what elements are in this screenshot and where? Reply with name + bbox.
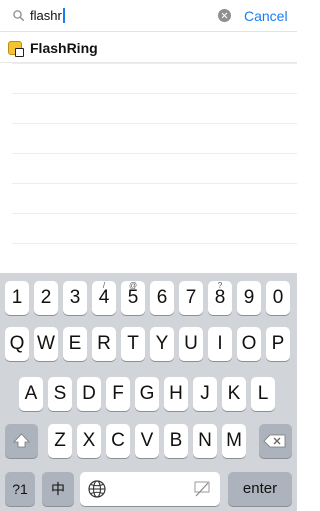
- key-e[interactable]: E: [63, 327, 87, 361]
- key-h[interactable]: H: [164, 377, 188, 411]
- key-6[interactable]: 6: [150, 281, 174, 315]
- cancel-button[interactable]: Cancel: [244, 6, 288, 26]
- key-k[interactable]: K: [222, 377, 246, 411]
- keyboard: 1 2 3 /4 @5 6 7 ? 8 9 0 Q W E R T Y U I O…: [0, 273, 297, 511]
- key-s[interactable]: S: [48, 377, 72, 411]
- key-n[interactable]: N: [193, 424, 217, 458]
- key-r[interactable]: R: [92, 327, 116, 361]
- key-o[interactable]: O: [237, 327, 261, 361]
- text-caret: [62, 8, 65, 23]
- shift-icon: [13, 433, 30, 448]
- key-9[interactable]: 9: [237, 281, 261, 315]
- enter-key[interactable]: enter: [228, 472, 292, 506]
- key-5[interactable]: @5: [121, 281, 145, 315]
- key-y[interactable]: Y: [150, 327, 174, 361]
- key-v[interactable]: V: [135, 424, 159, 458]
- dictation-icon: [194, 481, 210, 497]
- search-result-label: FlashRing: [30, 40, 98, 56]
- row-divider: [12, 243, 297, 244]
- clear-search-icon[interactable]: [218, 9, 231, 22]
- backspace-key[interactable]: [259, 424, 292, 458]
- key-j[interactable]: J: [193, 377, 217, 411]
- key-b[interactable]: B: [164, 424, 188, 458]
- key-w[interactable]: W: [34, 327, 58, 361]
- search-result-item[interactable]: FlashRing: [0, 33, 297, 63]
- language-key[interactable]: 中: [42, 472, 74, 506]
- key-x[interactable]: X: [77, 424, 101, 458]
- row-divider: [12, 183, 297, 184]
- shift-key[interactable]: [5, 424, 38, 458]
- search-query-text: flashr: [30, 8, 62, 23]
- key-2[interactable]: 2: [34, 281, 58, 315]
- key-4[interactable]: /4: [92, 281, 116, 315]
- globe-icon: [88, 480, 106, 498]
- key-l[interactable]: L: [251, 377, 275, 411]
- key-u[interactable]: U: [179, 327, 203, 361]
- key-i[interactable]: I: [208, 327, 232, 361]
- key-a[interactable]: A: [19, 377, 43, 411]
- symbol-mode-key[interactable]: ?1: [5, 472, 35, 506]
- key-8[interactable]: ? 8: [208, 281, 232, 315]
- row-divider: [12, 93, 297, 94]
- row-divider: [12, 153, 297, 154]
- key-p[interactable]: P: [266, 327, 290, 361]
- search-input[interactable]: flashr: [30, 6, 200, 26]
- row-divider: [12, 213, 297, 214]
- backspace-icon: [263, 434, 286, 448]
- search-bar: flashr Cancel: [0, 0, 297, 32]
- row-divider: [12, 123, 297, 124]
- space-key[interactable]: [80, 472, 220, 506]
- empty-result-rows: [12, 63, 297, 273]
- key-7[interactable]: 7: [179, 281, 203, 315]
- key-f[interactable]: F: [106, 377, 130, 411]
- flashring-app-icon: [8, 41, 24, 57]
- key-z[interactable]: Z: [48, 424, 72, 458]
- key-g[interactable]: G: [135, 377, 159, 411]
- key-1[interactable]: 1: [5, 281, 29, 315]
- key-m[interactable]: M: [222, 424, 246, 458]
- key-3[interactable]: 3: [63, 281, 87, 315]
- key-0[interactable]: 0: [266, 281, 290, 315]
- key-t[interactable]: T: [121, 327, 145, 361]
- key-c[interactable]: C: [106, 424, 130, 458]
- row-divider: [12, 63, 297, 64]
- key-d[interactable]: D: [77, 377, 101, 411]
- search-icon: [13, 10, 24, 21]
- key-q[interactable]: Q: [5, 327, 29, 361]
